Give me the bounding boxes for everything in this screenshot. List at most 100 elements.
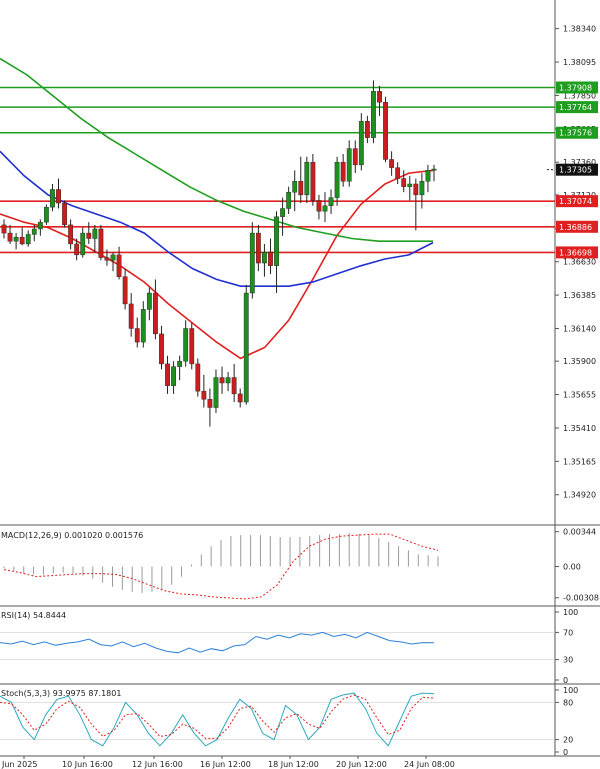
price-tick-label: 1.36630 bbox=[563, 258, 596, 267]
time-tick-label: 20 Jun 12:00 bbox=[336, 760, 387, 769]
candle-down bbox=[201, 390, 207, 400]
candle-up bbox=[25, 234, 31, 245]
candle-up bbox=[431, 168, 437, 171]
candle-down bbox=[74, 243, 80, 256]
rsi-panel: RSI(14) 54.8444 100 70 30 0 bbox=[0, 606, 578, 685]
candle-down bbox=[128, 303, 134, 329]
candle-down bbox=[340, 161, 346, 182]
time-tick-label: 16 Jun 12:00 bbox=[200, 760, 251, 769]
rsi-tick-label: 100 bbox=[563, 608, 578, 617]
rsi-tick-label: 30 bbox=[563, 656, 573, 665]
candle-up bbox=[43, 206, 49, 223]
rsi-line bbox=[0, 631, 435, 654]
stoch-panel: Stoch(5,3,3) 93.9975 87.1801 100 80 20 0 bbox=[0, 684, 578, 757]
level-label: 1.37074 bbox=[559, 197, 592, 206]
price-axis: 1.383401.380951.378501.376051.373601.371… bbox=[555, 25, 596, 500]
time-axis: Jun 2025 10 Jun 16:00 12 Jun 16:00 16 Jun 1… bbox=[1, 756, 455, 769]
candle-up bbox=[419, 181, 425, 196]
candle-down bbox=[98, 228, 104, 258]
candle-up bbox=[110, 254, 116, 261]
stoch-tick-label: 20 bbox=[563, 736, 573, 745]
candle-up bbox=[407, 183, 413, 187]
time-tick-label: 18 Jun 12:00 bbox=[268, 760, 319, 769]
level-label: 1.37908 bbox=[559, 83, 592, 92]
candle-up bbox=[171, 366, 176, 386]
forex-chart: 1.383401.380951.378501.376051.373601.371… bbox=[0, 0, 600, 769]
candle-down bbox=[207, 399, 213, 408]
candle-up bbox=[334, 161, 340, 198]
candle-down bbox=[383, 102, 388, 160]
candle-down bbox=[389, 159, 395, 168]
candle-down bbox=[268, 251, 273, 266]
candle-down bbox=[310, 161, 316, 201]
candle-down bbox=[395, 167, 401, 179]
price-tick-label: 1.35165 bbox=[563, 457, 596, 466]
candle-up bbox=[80, 232, 86, 256]
candle-down bbox=[195, 363, 201, 392]
candle-up bbox=[92, 228, 98, 239]
time-tick-label: 10 Jun 16:00 bbox=[62, 760, 113, 769]
candle-down bbox=[134, 328, 140, 343]
candle-down bbox=[316, 200, 322, 212]
candle-up bbox=[183, 328, 189, 362]
candle-up bbox=[292, 181, 298, 193]
candle-up bbox=[262, 251, 267, 264]
price-tick-label: 1.35410 bbox=[563, 424, 596, 433]
candle-up bbox=[346, 148, 352, 182]
current-price-value: 1.37305 bbox=[559, 166, 592, 175]
candle-up bbox=[243, 292, 249, 403]
candle-down bbox=[165, 363, 170, 386]
macd-tick-label: -0.00308 bbox=[563, 594, 599, 603]
rsi-label: RSI(14) 54.8444 bbox=[1, 611, 66, 620]
candle-down bbox=[153, 292, 158, 335]
price-tick-label: 1.34920 bbox=[563, 491, 596, 500]
time-tick-label: Jun 2025 bbox=[1, 760, 37, 769]
candle-down bbox=[7, 232, 13, 242]
price-tick-label: 1.38340 bbox=[563, 25, 596, 34]
candle-down bbox=[231, 377, 237, 395]
candle-down bbox=[62, 202, 67, 226]
candle-down bbox=[56, 189, 61, 204]
candle-up bbox=[280, 208, 285, 217]
candle-down bbox=[159, 333, 164, 365]
candle-up bbox=[13, 236, 19, 242]
candle-down bbox=[237, 393, 243, 403]
stoch-tick-label: 100 bbox=[563, 686, 578, 695]
price-panel: 1.383401.380951.378501.376051.373601.371… bbox=[0, 0, 598, 525]
macd-tick-label: 0.00344 bbox=[563, 528, 596, 537]
macd-panel: MACD(12,26,9) 0.001020 0.001576 0.00344 0… bbox=[1, 525, 599, 606]
candle-down bbox=[401, 178, 407, 187]
price-tick-label: 1.35900 bbox=[563, 357, 596, 366]
stoch-tick-label: 80 bbox=[563, 698, 573, 707]
rsi-tick-label: 0 bbox=[563, 676, 568, 685]
candle-up bbox=[37, 221, 43, 230]
candle-up bbox=[213, 377, 219, 408]
candle-down bbox=[352, 148, 358, 166]
candle-up bbox=[225, 377, 231, 384]
candle-down bbox=[298, 181, 304, 196]
candle-up bbox=[322, 205, 328, 212]
candle-down bbox=[377, 91, 382, 103]
candle-down bbox=[116, 254, 122, 277]
level-label: 1.36886 bbox=[559, 223, 592, 232]
candle-down bbox=[364, 121, 370, 138]
macd-label: MACD(12,26,9) 0.001020 0.001576 bbox=[1, 531, 143, 540]
level-label: 1.36698 bbox=[559, 248, 592, 257]
candle-up bbox=[50, 189, 55, 208]
level-label: 1.37576 bbox=[559, 129, 592, 138]
candle-down bbox=[189, 328, 195, 365]
candle-up bbox=[249, 232, 255, 294]
candle-up bbox=[140, 309, 146, 343]
candle-up bbox=[146, 292, 152, 310]
time-tick-label: 24 Jun 08:00 bbox=[404, 760, 455, 769]
candle-up bbox=[177, 360, 183, 367]
level-label: 1.37764 bbox=[559, 103, 592, 112]
candle-down bbox=[122, 276, 128, 305]
candle-up bbox=[274, 216, 279, 266]
candle-down bbox=[68, 224, 74, 245]
candle-down bbox=[255, 232, 261, 264]
time-tick-label: 12 Jun 16:00 bbox=[132, 760, 183, 769]
candle-down bbox=[1, 224, 7, 234]
candle-down bbox=[219, 377, 225, 384]
price-tick-label: 1.35655 bbox=[563, 391, 596, 400]
